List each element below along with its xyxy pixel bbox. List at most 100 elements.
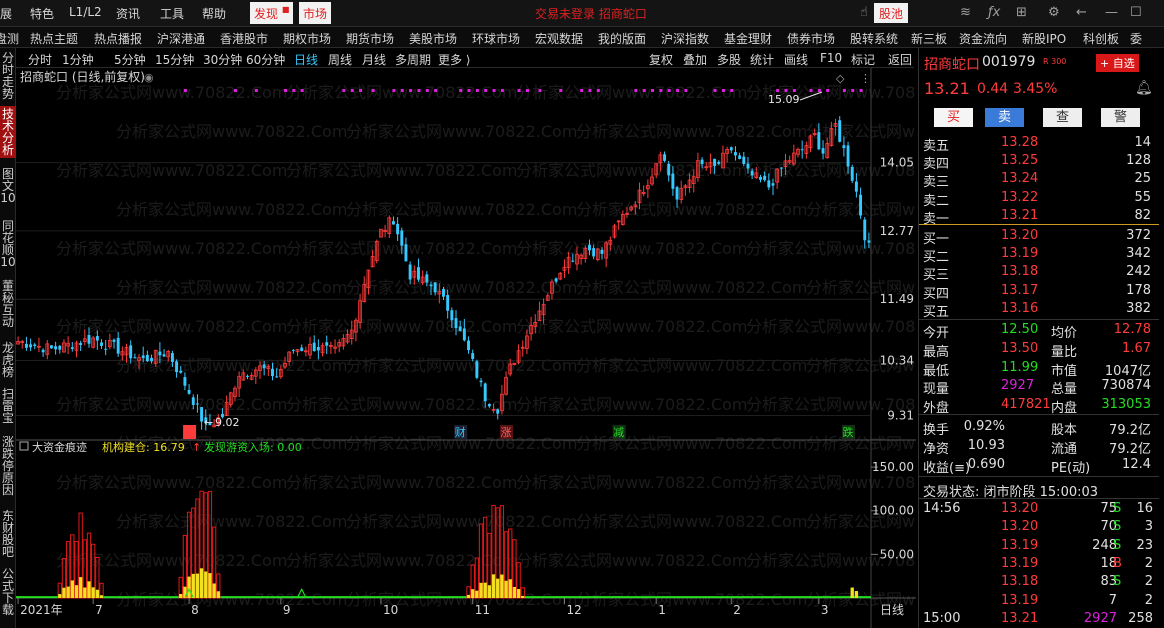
- market-button[interactable]: 市场: [299, 2, 332, 24]
- event-marker-label: S: [186, 426, 193, 439]
- bid-level-label: 买五: [923, 304, 950, 320]
- period-tab[interactable]: 月线: [362, 51, 386, 68]
- nav-item[interactable]: 科创板: [1083, 30, 1119, 47]
- ask-row: 卖一 13.21 82: [919, 207, 1155, 227]
- add-watchlist-button[interactable]: + 自选: [1096, 54, 1139, 72]
- login-notice[interactable]: 交易未登录 招商蛇口: [535, 5, 647, 22]
- nav-item[interactable]: 沪深指数: [661, 30, 709, 47]
- candle-body-down: [58, 345, 62, 350]
- alert-button[interactable]: 警: [1101, 108, 1140, 127]
- period-tab[interactable]: 1分钟: [62, 51, 94, 68]
- tick-row: 13.19 7 2: [919, 592, 1155, 611]
- period-tab[interactable]: 分时: [28, 51, 52, 68]
- nav-item[interactable]: 盘测: [0, 30, 19, 47]
- watermark-text: 分析家公式网www.70822.Com: [516, 551, 747, 570]
- diamond-icon[interactable]: ◇: [836, 72, 845, 85]
- chart-settings-icon[interactable]: ◉: [144, 71, 154, 84]
- buy-button[interactable]: 买: [934, 108, 973, 127]
- nav-item[interactable]: 期货市场: [346, 30, 394, 47]
- formula-icon[interactable]: ƒx: [988, 5, 1000, 20]
- sidebar-item-ths[interactable]: 同花顺10: [0, 220, 16, 268]
- nav-item[interactable]: 债券市场: [787, 30, 835, 47]
- nav-item[interactable]: 环球市场: [472, 30, 520, 47]
- tool-back[interactable]: 返回: [888, 51, 912, 68]
- period-tab[interactable]: 5分钟: [114, 51, 146, 68]
- menu-help[interactable]: 帮助: [202, 5, 226, 22]
- back-arrow-icon[interactable]: ←: [1076, 5, 1087, 20]
- gear-icon[interactable]: ⚙: [1048, 5, 1060, 20]
- nav-item[interactable]: 沪深港通: [157, 30, 205, 47]
- period-tab[interactable]: 周线: [328, 51, 352, 68]
- period-tab[interactable]: 15分钟: [155, 51, 194, 68]
- tool-draw-line[interactable]: 画线: [784, 51, 808, 68]
- menu-features[interactable]: 特色: [30, 5, 54, 22]
- sell-button[interactable]: 卖: [985, 108, 1024, 127]
- candle-body-down: [767, 180, 771, 188]
- sidebar-item-limit-reason[interactable]: 涨跌停原因: [0, 436, 16, 496]
- indicator-collapse-icon[interactable]: [19, 441, 29, 451]
- menu-tools[interactable]: 工具: [160, 5, 184, 22]
- stock-pool-button[interactable]: 股池: [874, 3, 909, 23]
- nav-item[interactable]: 新三板: [911, 30, 947, 47]
- nav-item[interactable]: 股转系统: [850, 30, 898, 47]
- menu-level[interactable]: L1/L2: [69, 5, 102, 19]
- sidebar-item-technical[interactable]: 技术分析: [0, 106, 16, 158]
- indicator-inst-value: 机构建仓: 16.79: [102, 440, 185, 454]
- grid-icon[interactable]: ⊞: [1016, 5, 1027, 20]
- nav-item[interactable]: 我的版面: [598, 30, 646, 47]
- minimize-icon[interactable]: —: [1105, 5, 1118, 20]
- sidebar-item-graphic[interactable]: 图文10: [0, 168, 16, 204]
- layers-icon[interactable]: ≋: [960, 5, 971, 20]
- query-button[interactable]: 查: [1043, 108, 1082, 127]
- hand-icon[interactable]: ☝: [860, 5, 868, 20]
- indicator-tick-label: 100.00: [872, 504, 914, 518]
- period-more[interactable]: 更多 ⟩: [438, 51, 471, 68]
- signal-dot: [809, 89, 813, 92]
- nav-item[interactable]: 期权市场: [283, 30, 331, 47]
- nav-item[interactable]: 热点播报: [94, 30, 142, 47]
- period-tab[interactable]: 30分钟: [203, 51, 242, 68]
- tool-fuquan[interactable]: 复权: [649, 51, 673, 68]
- sidebar-item-mine-sweeper[interactable]: 扫雷宝: [0, 388, 16, 424]
- candle-body-down: [600, 249, 604, 254]
- kline-chart[interactable]: 分析家公式网www.70822.Com 分析家公式网www.70822.Com 分析…: [16, 68, 916, 628]
- signal-dot: [284, 89, 288, 92]
- signal-dot: [784, 89, 788, 92]
- discover-button[interactable]: 发现 ■: [250, 2, 294, 24]
- menu-expand[interactable]: 展: [0, 5, 12, 22]
- nav-item[interactable]: 香港股市: [220, 30, 268, 47]
- menu-news[interactable]: 资讯: [116, 5, 140, 22]
- candle-body-down: [33, 344, 37, 346]
- nav-item[interactable]: 委: [1130, 30, 1142, 47]
- bell-icon[interactable]: 🔔︎: [1135, 80, 1153, 96]
- sidebar-item-secretary[interactable]: 董秘互动: [0, 280, 16, 328]
- menu-dots-icon[interactable]: ⋮: [860, 72, 871, 85]
- sidebar-item-forum[interactable]: 东财股吧: [0, 510, 16, 558]
- period-tab[interactable]: 多周期: [395, 51, 431, 68]
- sidebar-item-dragon-tiger[interactable]: 龙虎榜: [0, 342, 16, 378]
- tool-f10[interactable]: F10: [820, 51, 842, 65]
- tool-statistics[interactable]: 统计: [750, 51, 774, 68]
- tool-overlay[interactable]: 叠加: [683, 51, 707, 68]
- nav-item[interactable]: 资金流向: [959, 30, 1007, 47]
- tool-multi-stock[interactable]: 多股: [717, 51, 741, 68]
- watermark-text: 分析家公式网www.70822.Com: [56, 161, 287, 180]
- indicator-name[interactable]: 大资金痕迹: [32, 440, 87, 454]
- fund-value: 12.4: [1122, 457, 1151, 473]
- nav-item[interactable]: 热点主题: [30, 30, 78, 47]
- nav-item[interactable]: 宏观数据: [535, 30, 583, 47]
- nav-item[interactable]: 基金理财: [724, 30, 772, 47]
- period-tab[interactable]: 60分钟: [246, 51, 285, 68]
- ask-price: 13.25: [1001, 153, 1039, 169]
- period-tab-selected[interactable]: 日线: [294, 51, 318, 68]
- nav-item[interactable]: 美股市场: [409, 30, 457, 47]
- tool-mark[interactable]: 标记: [851, 51, 875, 68]
- stat-label: 均价: [1051, 326, 1078, 341]
- maximize-icon[interactable]: ☐: [1130, 5, 1142, 20]
- candle-body-down: [312, 342, 316, 351]
- tick-time: 15:00: [923, 610, 961, 626]
- nav-item[interactable]: 新股IPO: [1022, 30, 1066, 47]
- sidebar-item-formula-download[interactable]: 公式下载: [0, 568, 16, 616]
- watermark-text: 分析家公式网www.70822.Com: [346, 356, 577, 375]
- sidebar-item-intraday[interactable]: 分时走势: [0, 52, 16, 100]
